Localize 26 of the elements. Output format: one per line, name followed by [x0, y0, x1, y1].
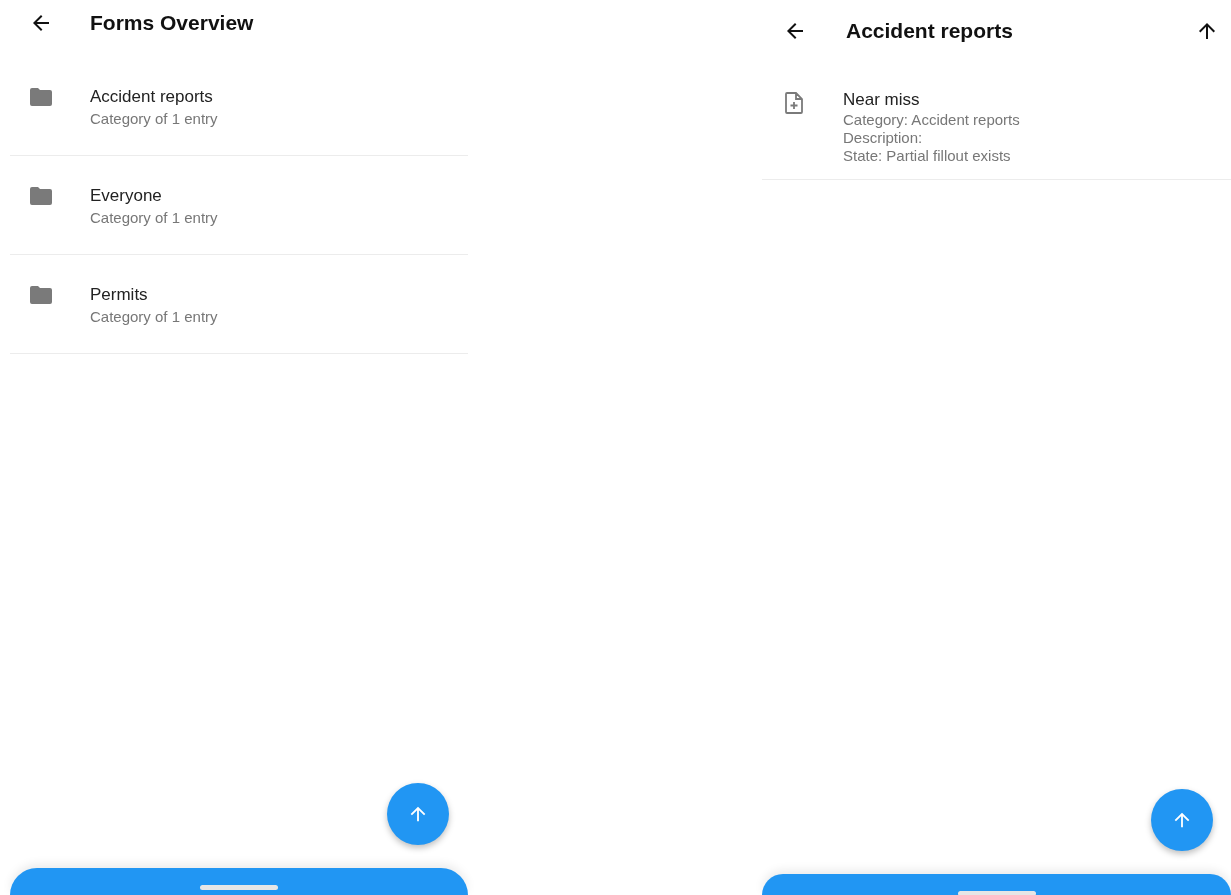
item-subtitle: Category of 1 entry: [90, 308, 218, 326]
item-subtitle: Description:: [843, 129, 924, 147]
item-title: Everyone: [90, 185, 163, 207]
folder-icon: [30, 286, 52, 304]
list-item[interactable]: Everyone Category of 1 entry: [10, 156, 468, 255]
item-subtitle: Category of 1 entry: [90, 110, 218, 128]
bottom-sheet[interactable]: [762, 874, 1231, 895]
item-title: Permits: [90, 284, 149, 306]
list-item[interactable]: Near miss Category: Accident reports Description: State: Partial fillout exists: [762, 80, 1231, 180]
drag-handle[interactable]: [200, 885, 278, 890]
document-plus-icon: [785, 92, 803, 114]
item-subtitle: Category of 1 entry: [90, 209, 218, 227]
list-item[interactable]: Accident reports Category of 1 entry: [10, 57, 468, 156]
item-subtitle: State: Partial fillout exists: [843, 147, 1012, 165]
item-title: Accident reports: [90, 86, 214, 108]
drag-handle[interactable]: [957, 891, 1036, 895]
folder-icon: [30, 88, 52, 106]
item-subtitle: Category: Accident reports: [843, 111, 1020, 129]
scroll-up-fab[interactable]: [387, 783, 449, 845]
screen-title: Forms Overview: [90, 11, 254, 35]
list-item[interactable]: Permits Category of 1 entry: [10, 255, 468, 354]
item-title: Near miss: [843, 89, 921, 111]
scroll-up-fab[interactable]: [1151, 789, 1213, 851]
screen-title: Accident reports: [846, 19, 1013, 43]
folder-icon: [30, 187, 52, 205]
bottom-sheet[interactable]: [10, 868, 468, 895]
